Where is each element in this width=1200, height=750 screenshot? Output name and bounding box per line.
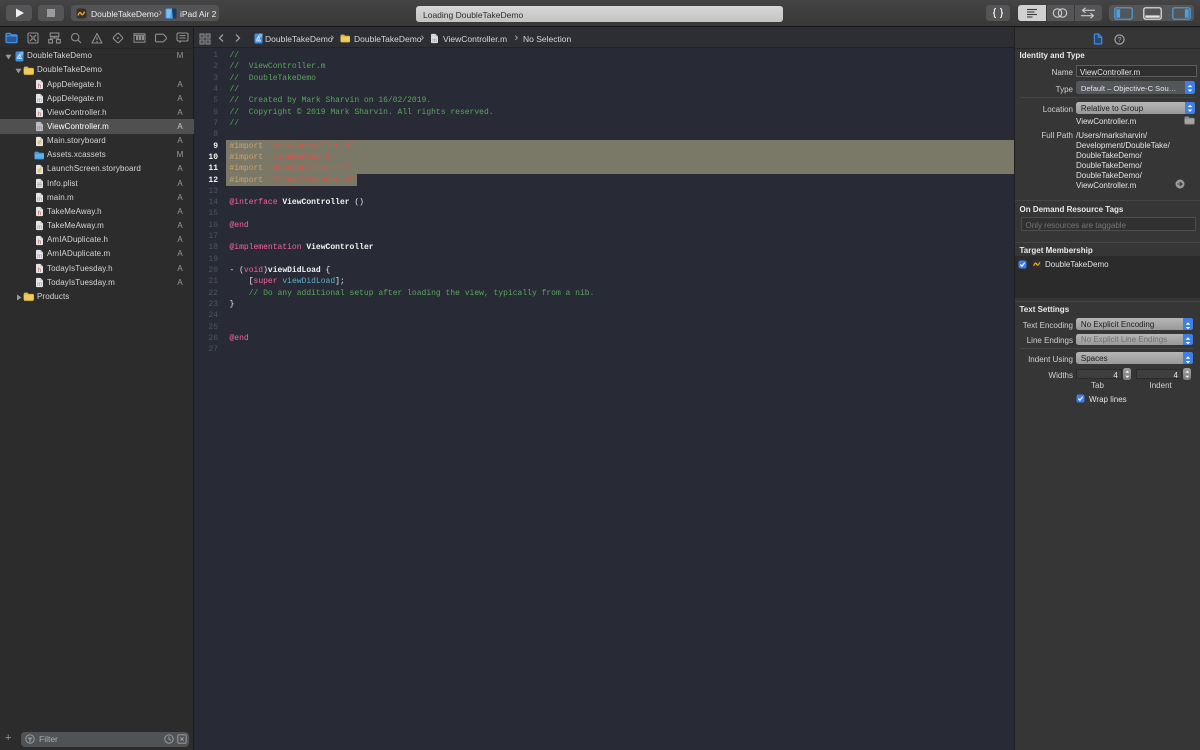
svg-text:m: m — [37, 282, 42, 288]
svg-text:?: ? — [1117, 35, 1121, 44]
svg-text:m: m — [432, 38, 437, 44]
svg-text:m: m — [37, 126, 42, 132]
svg-text:h: h — [37, 112, 40, 118]
svg-text:h: h — [37, 211, 40, 217]
svg-text:h: h — [37, 240, 40, 246]
svg-text:m: m — [37, 197, 42, 203]
svg-text:m: m — [37, 254, 42, 260]
svg-text:m: m — [37, 98, 42, 104]
svg-text:h: h — [37, 268, 40, 274]
svg-text:m: m — [37, 225, 42, 231]
svg-text:h: h — [37, 84, 40, 90]
